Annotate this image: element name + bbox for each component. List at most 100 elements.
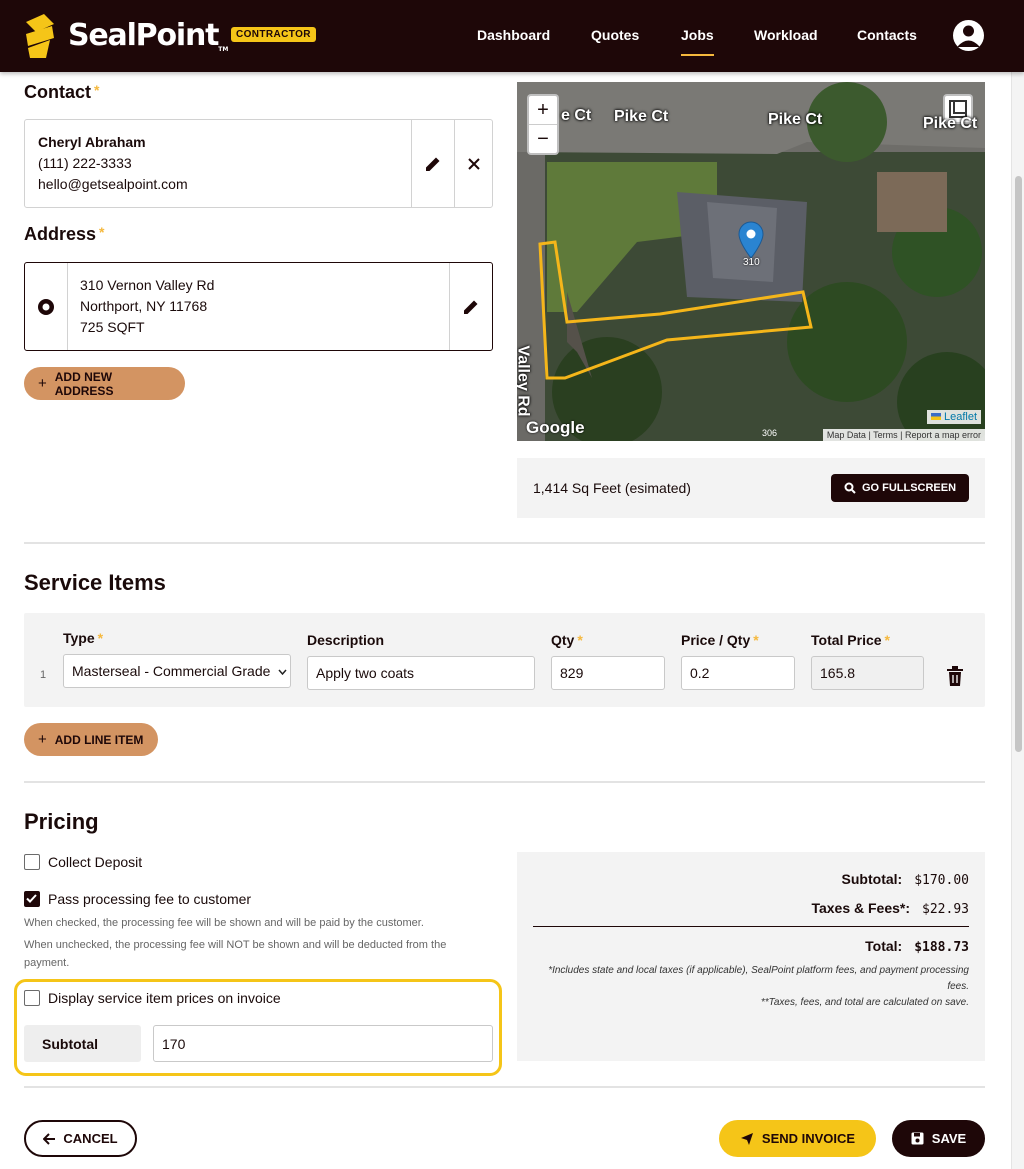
report-map-error-link[interactable]: Report a map error bbox=[905, 430, 981, 440]
address-sqft: 725 SQFT bbox=[80, 319, 145, 335]
collect-deposit-label[interactable]: Collect Deposit bbox=[48, 854, 142, 870]
go-fullscreen-button[interactable]: GO FULLSCREEN bbox=[831, 474, 969, 502]
pass-fee-hint-checked: When checked, the processing fee will be… bbox=[24, 917, 424, 929]
contact-card: Cheryl Abraham (111) 222-3333 hello@gets… bbox=[24, 119, 493, 208]
address-line1: 310 Vernon Valley Rd bbox=[80, 277, 215, 293]
subtotal-input[interactable]: 170 bbox=[153, 1025, 493, 1062]
subtotal-input-label: Subtotal bbox=[24, 1025, 141, 1062]
nav-jobs[interactable]: Jobs bbox=[681, 27, 714, 56]
address-card[interactable]: 310 Vernon Valley Rd Northport, NY 11768… bbox=[24, 262, 493, 351]
row-number: 1 bbox=[40, 669, 47, 681]
nav-quotes[interactable]: Quotes bbox=[591, 27, 639, 43]
summary-taxes: Taxes & Fees*: $22.93 bbox=[811, 900, 969, 917]
map-zoom-control: + − bbox=[527, 94, 559, 155]
total-price-field: 165.8 bbox=[811, 656, 924, 690]
google-logo: Google bbox=[526, 418, 585, 437]
location-pin-icon[interactable] bbox=[738, 221, 764, 259]
sealpoint-logo-icon[interactable] bbox=[22, 12, 58, 60]
display-prices-label[interactable]: Display service item prices on invoice bbox=[48, 990, 281, 1006]
service-items-heading: Service Items bbox=[24, 570, 166, 595]
address-heading: Address * bbox=[24, 224, 105, 244]
leaflet-attribution[interactable]: Leaflet bbox=[926, 410, 981, 424]
nav-workload[interactable]: Workload bbox=[754, 27, 818, 43]
pass-fee-label[interactable]: Pass processing fee to customer bbox=[48, 891, 251, 907]
qty-input[interactable]: 829 bbox=[551, 656, 665, 690]
pencil-icon bbox=[426, 157, 440, 171]
map-street-label: Pike Ct bbox=[614, 108, 669, 125]
collect-deposit-checkbox[interactable] bbox=[24, 854, 40, 870]
save-button[interactable]: SAVE bbox=[892, 1120, 985, 1157]
send-invoice-button[interactable]: SEND INVOICE bbox=[719, 1120, 876, 1157]
plus-icon: + bbox=[38, 375, 47, 392]
trash-icon[interactable] bbox=[946, 666, 964, 686]
edit-address-button[interactable] bbox=[449, 263, 492, 350]
address-line2: Northport, NY 11768 bbox=[80, 298, 208, 314]
col-price-qty: Price / Qty * bbox=[681, 632, 759, 648]
service-type-select[interactable]: Masterseal - Commercial Grade bbox=[63, 654, 291, 688]
map-street-label: Valley Rd bbox=[517, 345, 532, 417]
col-type: Type * bbox=[63, 630, 104, 646]
pricing-heading: Pricing bbox=[24, 809, 99, 834]
pass-fee-checkbox[interactable] bbox=[24, 891, 40, 907]
contact-heading: Contact * bbox=[24, 82, 100, 102]
add-new-address-button[interactable]: + ADD NEW ADDRESS bbox=[24, 367, 185, 400]
google-attribution: Map Data | Terms | Report a map error bbox=[822, 429, 985, 441]
col-total-price: Total Price * bbox=[811, 632, 890, 648]
flag-icon bbox=[930, 413, 941, 420]
add-line-item-button[interactable]: + ADD LINE ITEM bbox=[24, 723, 158, 756]
summary-subtotal: Subtotal: $170.00 bbox=[841, 871, 969, 888]
section-divider bbox=[24, 542, 985, 544]
description-input[interactable]: Apply two coats bbox=[307, 656, 535, 690]
zoom-in-button[interactable]: + bbox=[529, 96, 557, 125]
nav-contacts[interactable]: Contacts bbox=[857, 27, 917, 43]
zoom-out-button[interactable]: − bbox=[529, 125, 557, 153]
checkmark-icon bbox=[26, 894, 37, 903]
section-divider bbox=[24, 1086, 985, 1088]
summary-footnote-1: *Includes state and local taxes (if appl… bbox=[548, 965, 969, 992]
user-avatar-icon[interactable] bbox=[953, 20, 984, 51]
radio-selected-icon bbox=[38, 298, 54, 315]
floppy-disk-icon bbox=[911, 1132, 924, 1145]
pin-label: 310 bbox=[743, 257, 760, 268]
edit-contact-button[interactable] bbox=[411, 120, 454, 207]
display-prices-checkbox[interactable] bbox=[24, 990, 40, 1006]
map-street-label: Pike Ct bbox=[923, 115, 978, 132]
nav-dashboard[interactable]: Dashboard bbox=[477, 27, 550, 43]
contractor-badge: CONTRACTOR bbox=[231, 27, 316, 42]
col-qty: Qty * bbox=[551, 632, 583, 648]
top-nav: SealPointTM CONTRACTOR Dashboard Quotes … bbox=[0, 0, 1024, 72]
map-scale-number: 306 bbox=[762, 428, 778, 438]
map-street-label: Pike Ct bbox=[768, 111, 823, 128]
search-icon bbox=[844, 482, 856, 494]
scrollbar-thumb[interactable] bbox=[1015, 176, 1022, 752]
service-items-table: Type * Description Qty * Price / Qty * Tota… bbox=[24, 613, 985, 707]
pass-fee-hint-unchecked: When unchecked, the processing fee will … bbox=[24, 939, 447, 969]
map-street-label: e Ct bbox=[561, 107, 592, 124]
remove-contact-button[interactable] bbox=[454, 120, 493, 207]
summary-footnote-2: **Taxes, fees, and total are calculated … bbox=[760, 997, 969, 1008]
close-icon bbox=[468, 157, 480, 170]
section-divider bbox=[24, 781, 985, 783]
area-estimate: 1,414 Sq Feet (esimated) bbox=[533, 480, 691, 496]
map-data-link[interactable]: Map Data bbox=[827, 430, 866, 440]
send-icon bbox=[740, 1132, 753, 1145]
contact-email: hello@getsealpoint.com bbox=[38, 176, 188, 192]
map-footer: 1,414 Sq Feet (esimated) GO FULLSCREEN bbox=[517, 458, 985, 518]
map-terms-link[interactable]: Terms bbox=[873, 430, 898, 440]
contact-phone: (111) 222-3333 bbox=[38, 155, 132, 171]
contact-name: Cheryl Abraham bbox=[38, 134, 146, 150]
satellite-map[interactable]: + − e Ct Pike Ct Pike Ct Pike Ct Valley … bbox=[517, 82, 985, 441]
chevron-down-icon bbox=[278, 669, 287, 676]
col-description: Description bbox=[307, 632, 385, 648]
plus-icon: + bbox=[38, 731, 47, 748]
summary-total: Total: $188.73 bbox=[865, 938, 969, 955]
price-per-qty-input[interactable]: 0.2 bbox=[681, 656, 795, 690]
pencil-icon bbox=[464, 300, 478, 314]
arrow-left-icon bbox=[43, 1132, 56, 1145]
address-radio[interactable] bbox=[25, 263, 68, 350]
summary-divider bbox=[533, 926, 969, 927]
page-scrollbar[interactable] bbox=[1011, 72, 1024, 1169]
brand-name[interactable]: SealPointTM bbox=[68, 18, 228, 53]
cancel-button[interactable]: CANCEL bbox=[24, 1120, 137, 1157]
pricing-summary: Subtotal: $170.00 Taxes & Fees*: $22.93 To… bbox=[517, 852, 985, 1061]
